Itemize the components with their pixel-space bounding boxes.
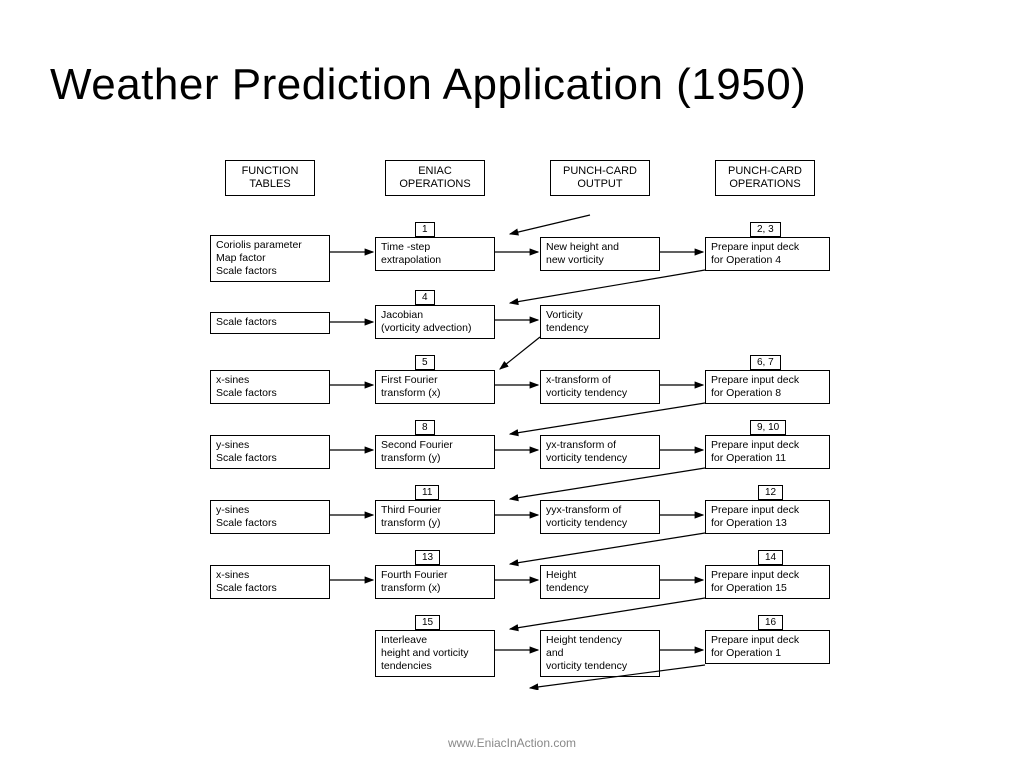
eniac-num-2: 4 (415, 290, 435, 305)
func-box-4: y-sinesScale factors (210, 435, 330, 469)
ops-num-5: 12 (758, 485, 783, 500)
eniac-box-3: First Fouriertransform (x) (375, 370, 495, 404)
eniac-num-5: 11 (415, 485, 439, 500)
out-box-2: Vorticitytendency (540, 305, 660, 339)
ops-box-3: Prepare input deckfor Operation 8 (705, 370, 830, 404)
eniac-box-5: Third Fouriertransform (y) (375, 500, 495, 534)
eniac-num-4: 8 (415, 420, 435, 435)
eniac-box-1: Time -stepextrapolation (375, 237, 495, 271)
col-header-ops: PUNCH-CARDOPERATIONS (715, 160, 815, 196)
eniac-num-3: 5 (415, 355, 435, 370)
ops-box-1: Prepare input deckfor Operation 4 (705, 237, 830, 271)
ops-box-5: Prepare input deckfor Operation 13 (705, 500, 830, 534)
col-header-func: FUNCTIONTABLES (225, 160, 315, 196)
eniac-num-1: 1 (415, 222, 435, 237)
ops-box-4: Prepare input deckfor Operation 11 (705, 435, 830, 469)
ops-num-7: 16 (758, 615, 783, 630)
out-box-7: Height tendencyandvorticity tendency (540, 630, 660, 677)
ops-num-3: 6, 7 (750, 355, 781, 370)
eniac-box-7: Interleaveheight and vorticitytendencies (375, 630, 495, 677)
eniac-box-2: Jacobian(vorticity advection) (375, 305, 495, 339)
col-header-out: PUNCH-CARDOUTPUT (550, 160, 650, 196)
eniac-num-7: 15 (415, 615, 440, 630)
out-box-4: yx-transform ofvorticity tendency (540, 435, 660, 469)
footer-url: www.EniacInAction.com (0, 736, 1024, 750)
func-box-2: Scale factors (210, 312, 330, 334)
out-box-5: yyx-transform ofvorticity tendency (540, 500, 660, 534)
eniac-box-6: Fourth Fouriertransform (x) (375, 565, 495, 599)
func-box-6: x-sinesScale factors (210, 565, 330, 599)
out-box-1: New height andnew vorticity (540, 237, 660, 271)
ops-box-6: Prepare input deckfor Operation 15 (705, 565, 830, 599)
ops-box-7: Prepare input deckfor Operation 1 (705, 630, 830, 664)
ops-num-1: 2, 3 (750, 222, 781, 237)
slide: Weather Prediction Application (1950) FU… (0, 0, 1024, 768)
out-box-6: Heighttendency (540, 565, 660, 599)
ops-num-4: 9, 10 (750, 420, 786, 435)
out-box-3: x-transform ofvorticity tendency (540, 370, 660, 404)
ops-num-6: 14 (758, 550, 783, 565)
func-box-1: Coriolis parameterMap factorScale factor… (210, 235, 330, 282)
func-box-5: y-sinesScale factors (210, 500, 330, 534)
eniac-num-6: 13 (415, 550, 440, 565)
func-box-3: x-sinesScale factors (210, 370, 330, 404)
eniac-box-4: Second Fouriertransform (y) (375, 435, 495, 469)
page-title: Weather Prediction Application (1950) (50, 60, 806, 110)
flowchart-diagram: FUNCTIONTABLES ENIACOPERATIONS PUNCH-CAR… (210, 160, 900, 690)
col-header-eniac: ENIACOPERATIONS (385, 160, 485, 196)
